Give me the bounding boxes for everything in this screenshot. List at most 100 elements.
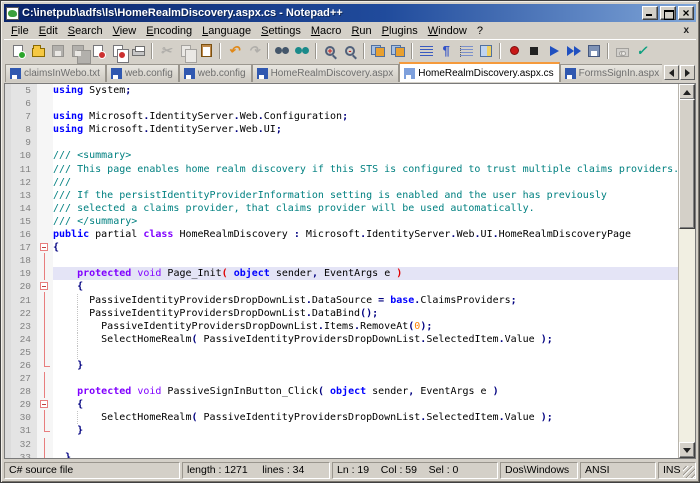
tab-label: FormsSignIn.aspx <box>579 68 660 79</box>
code-line-21[interactable]: 21 PassiveIdentityProvidersDropDownList.… <box>5 294 678 307</box>
close-button[interactable] <box>678 6 694 20</box>
menu-item-plugins[interactable]: Plugins <box>377 24 423 38</box>
replace-icon <box>295 47 309 55</box>
code-line-30[interactable]: 30 SelectHomeRealm( PassiveIdentityProvi… <box>5 411 678 424</box>
code-line-23[interactable]: 23 PassiveIdentityProvidersDropDownList.… <box>5 320 678 333</box>
close-all-button[interactable] <box>109 42 127 60</box>
undo-icon: ↶ <box>229 44 240 58</box>
menu-item-settings[interactable]: Settings <box>256 24 306 38</box>
code-line-28[interactable]: 28 protected void PassiveSignInButton_Cl… <box>5 385 678 398</box>
minimize-button[interactable] <box>642 6 658 20</box>
code-line-18[interactable]: 18 <box>5 254 678 267</box>
code-line-14[interactable]: 14/// selected a claims provider, that c… <box>5 202 678 215</box>
document-map-button[interactable] <box>477 42 495 60</box>
vertical-scrollbar[interactable] <box>678 84 695 458</box>
tab-homerealmdiscovery-aspx[interactable]: HomeRealmDiscovery.aspx <box>252 64 400 82</box>
code-line-17[interactable]: 17{ <box>5 241 678 254</box>
word-wrap-button[interactable] <box>417 42 435 60</box>
find-button[interactable] <box>273 42 291 60</box>
code-line-26[interactable]: 26 } <box>5 359 678 372</box>
code-line-8[interactable]: 8using Microsoft.IdentityServer.Web.UI; <box>5 123 678 136</box>
code-line-33[interactable]: 33 } <box>5 451 678 458</box>
tab-formssignin-aspx[interactable]: FormsSignIn.aspx <box>560 64 662 82</box>
code-line-22[interactable]: 22 PassiveIdentityProvidersDropDownList.… <box>5 307 678 320</box>
menu-item-macro[interactable]: Macro <box>306 24 347 38</box>
code-line-9[interactable]: 9 <box>5 136 678 149</box>
menu-item-help[interactable]: ? <box>472 24 488 38</box>
code-line-19[interactable]: 19 protected void Page_Init( object send… <box>5 267 678 280</box>
save-file-button[interactable] <box>49 42 67 60</box>
paste-button[interactable] <box>197 42 215 60</box>
spell-check-button[interactable]: ✓ <box>633 42 651 60</box>
scrollbar-thumb[interactable] <box>679 99 695 229</box>
tab-web-config[interactable]: web.config <box>106 64 179 82</box>
code-line-13[interactable]: 13/// If the persistIdentityProviderInfo… <box>5 189 678 202</box>
code-line-10[interactable]: 10/// <summary> <box>5 149 678 162</box>
print-button[interactable] <box>129 42 147 60</box>
maximize-button[interactable] <box>660 6 676 20</box>
menu-item-language[interactable]: Language <box>197 24 256 38</box>
code-line-29[interactable]: 29 { <box>5 398 678 411</box>
code-line-16[interactable]: 16public partial class HomeRealmDiscover… <box>5 228 678 241</box>
close-file-button[interactable] <box>89 42 107 60</box>
macro-stop-button[interactable] <box>525 42 543 60</box>
scroll-down-button[interactable] <box>679 442 695 458</box>
fold-collapse-icon[interactable] <box>37 241 53 254</box>
line-number: 6 <box>5 97 37 110</box>
menu-item-view[interactable]: View <box>108 24 142 38</box>
copy-button[interactable] <box>177 42 195 60</box>
cut-button[interactable]: ✂ <box>157 42 175 60</box>
tab-scroll-right-button[interactable] <box>680 65 695 80</box>
scroll-up-button[interactable] <box>679 84 695 100</box>
code-line-25[interactable]: 25 <box>5 346 678 359</box>
replace-button[interactable] <box>293 42 311 60</box>
tab-scroll-left-button[interactable] <box>664 65 679 80</box>
tab-web-config[interactable]: web.config <box>179 64 252 82</box>
new-file-icon <box>13 45 23 57</box>
code-line-7[interactable]: 7using Microsoft.IdentityServer.Web.Conf… <box>5 110 678 123</box>
menu-item-window[interactable]: Window <box>423 24 472 38</box>
show-all-characters-button[interactable]: ¶ <box>437 42 455 60</box>
sync-horizontal-button[interactable] <box>389 42 407 60</box>
code-line-27[interactable]: 27 <box>5 372 678 385</box>
tab-claimsinwebo-txt[interactable]: claimsInWebo.txt <box>5 64 106 82</box>
open-file-button[interactable] <box>29 42 47 60</box>
zoom-out-button[interactable]: - <box>341 42 359 60</box>
resize-grip[interactable] <box>683 466 695 478</box>
code-line-32[interactable]: 32 <box>5 438 678 451</box>
line-number: 21 <box>5 294 37 307</box>
menubar-close-icon[interactable]: x <box>676 25 696 36</box>
line-number: 11 <box>5 163 37 176</box>
macro-record-button[interactable] <box>505 42 523 60</box>
menu-item-file[interactable]: File <box>6 24 34 38</box>
indent-guide-button[interactable] <box>457 42 475 60</box>
line-number: 25 <box>5 346 37 359</box>
code-line-15[interactable]: 15/// </summary> <box>5 215 678 228</box>
saved-file-icon <box>184 68 195 79</box>
menu-item-encoding[interactable]: Encoding <box>141 24 197 38</box>
zoom-in-button[interactable]: + <box>321 42 339 60</box>
redo-button[interactable]: ↷ <box>245 42 263 60</box>
code-line-20[interactable]: 20 { <box>5 280 678 293</box>
save-all-button[interactable] <box>69 42 87 60</box>
menu-item-search[interactable]: Search <box>63 24 108 38</box>
undo-button[interactable]: ↶ <box>225 42 243 60</box>
menu-item-edit[interactable]: Edit <box>34 24 63 38</box>
tab-homerealmdiscovery-aspx-cs[interactable]: HomeRealmDiscovery.aspx.cs <box>399 62 559 82</box>
fold-collapse-icon[interactable] <box>37 280 53 293</box>
macro-play-button[interactable] <box>545 42 563 60</box>
code-line-11[interactable]: 11/// This page enables home realm disco… <box>5 163 678 176</box>
code-line-5[interactable]: 5using System; <box>5 84 678 97</box>
macro-run-multiple-button[interactable] <box>565 42 583 60</box>
code-line-24[interactable]: 24 SelectHomeRealm( PassiveIdentityProvi… <box>5 333 678 346</box>
menu-item-run[interactable]: Run <box>346 24 376 38</box>
fold-collapse-icon[interactable] <box>37 398 53 411</box>
macro-save-button[interactable] <box>585 42 603 60</box>
new-file-button[interactable] <box>9 42 27 60</box>
code-line-31[interactable]: 31 } <box>5 424 678 437</box>
code-line-6[interactable]: 6 <box>5 97 678 110</box>
editor-pane[interactable]: 5using System;67using Microsoft.Identity… <box>4 83 696 459</box>
sync-vertical-button[interactable] <box>369 42 387 60</box>
code-line-12[interactable]: 12/// <box>5 176 678 189</box>
shortcut-mapper-button[interactable] <box>613 42 631 60</box>
